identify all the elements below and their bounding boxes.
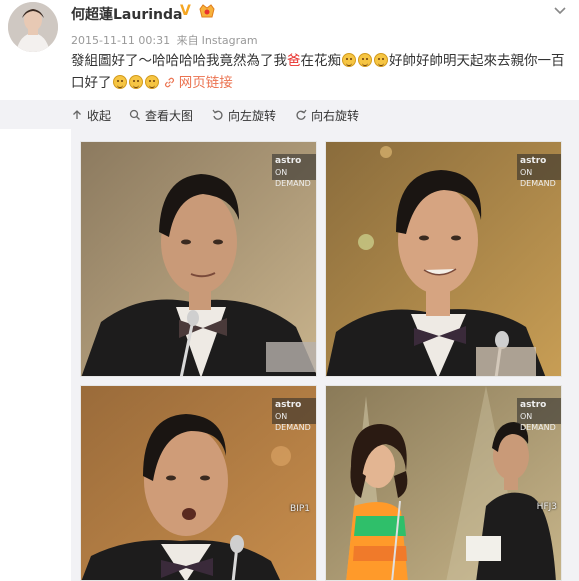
- avatar[interactable]: [8, 2, 58, 52]
- gallery-photo[interactable]: astro ON DEMAND BIP1: [80, 385, 317, 581]
- cry-laugh-emoticon-icon: [112, 75, 127, 89]
- rotate-right-label: 向右旋转: [311, 109, 360, 123]
- gallery-photo[interactable]: astro ON DEMAND: [325, 141, 562, 377]
- rotate-right-icon: [296, 109, 307, 120]
- watermark-sub: ON DEMAND: [275, 412, 311, 432]
- source-link[interactable]: Instagram: [202, 34, 258, 47]
- search-icon: [129, 109, 140, 120]
- image-toolbar: 收起 查看大图 向左旋转 向右旋转: [0, 100, 579, 129]
- level-badge-icon: [198, 3, 216, 19]
- watermark-brand: astro: [520, 156, 547, 166]
- view-large-label: 查看大图: [145, 109, 194, 123]
- text-part2: 在花痴: [300, 53, 342, 69]
- gallery-photo[interactable]: astro ON DEMAND HFJ3: [325, 385, 562, 581]
- text-red: 爸: [287, 53, 301, 69]
- cry-laugh-emoticon-icon: [128, 75, 143, 89]
- gallery-photo[interactable]: astro ON DEMAND: [80, 141, 317, 377]
- verified-icon: V: [180, 3, 191, 19]
- watermark-brand: astro: [275, 156, 302, 166]
- web-link-label: 网页链接: [178, 75, 233, 91]
- watermark: astro ON DEMAND: [517, 398, 561, 432]
- watermark: astro ON DEMAND: [272, 398, 316, 432]
- weibo-post: 何超蓮Laurinda V 2015-11-11 00:31 来自 Instagr…: [0, 0, 579, 581]
- cry-laugh-emoticon-icon: [358, 53, 372, 67]
- cry-laugh-emoticon-icon: [374, 53, 388, 67]
- watermark-brand: astro: [275, 400, 302, 410]
- collapse-label: 收起: [87, 109, 112, 123]
- post-meta: 2015-11-11 00:31 来自 Instagram: [71, 32, 261, 48]
- watermark-sub: ON DEMAND: [520, 168, 556, 188]
- watermark-sub: ON DEMAND: [520, 412, 556, 432]
- username[interactable]: 何超蓮Laurinda: [71, 4, 182, 24]
- post-text: 發組圖好了～哈哈哈哈我竟然為了我爸在花痴 好帥好帥明天起來去親你一百口好了 网页链…: [71, 50, 571, 94]
- web-link[interactable]: 网页链接: [164, 75, 233, 91]
- chevron-down-icon[interactable]: [552, 2, 568, 15]
- source-prefix: 来自: [176, 34, 199, 47]
- video-code: BIP1: [290, 504, 310, 514]
- rotate-right-button[interactable]: 向右旋转: [295, 107, 359, 124]
- link-icon: [164, 77, 174, 88]
- cry-laugh-emoticon-icon: [342, 53, 356, 67]
- watermark-sub: ON DEMAND: [275, 168, 311, 188]
- timestamp[interactable]: 2015-11-11 00:31: [71, 34, 170, 47]
- view-large-button[interactable]: 查看大图: [129, 107, 193, 124]
- watermark: astro ON DEMAND: [517, 154, 561, 188]
- text-part1: 發組圖好了～哈哈哈哈我竟然為了我: [71, 53, 287, 69]
- watermark-brand: astro: [520, 400, 547, 410]
- rotate-left-label: 向左旋转: [228, 109, 277, 123]
- collapse-button[interactable]: 收起: [71, 107, 111, 124]
- watermark: astro ON DEMAND: [272, 154, 316, 188]
- rotate-left-button[interactable]: 向左旋转: [212, 107, 276, 124]
- image-gallery: astro ON DEMAND astro ON DEMAND astro ON…: [71, 129, 579, 581]
- cry-laugh-emoticon-icon: [144, 75, 159, 89]
- rotate-left-icon: [212, 109, 223, 120]
- arrow-up-icon: [73, 110, 81, 119]
- video-code: HFJ3: [536, 502, 557, 512]
